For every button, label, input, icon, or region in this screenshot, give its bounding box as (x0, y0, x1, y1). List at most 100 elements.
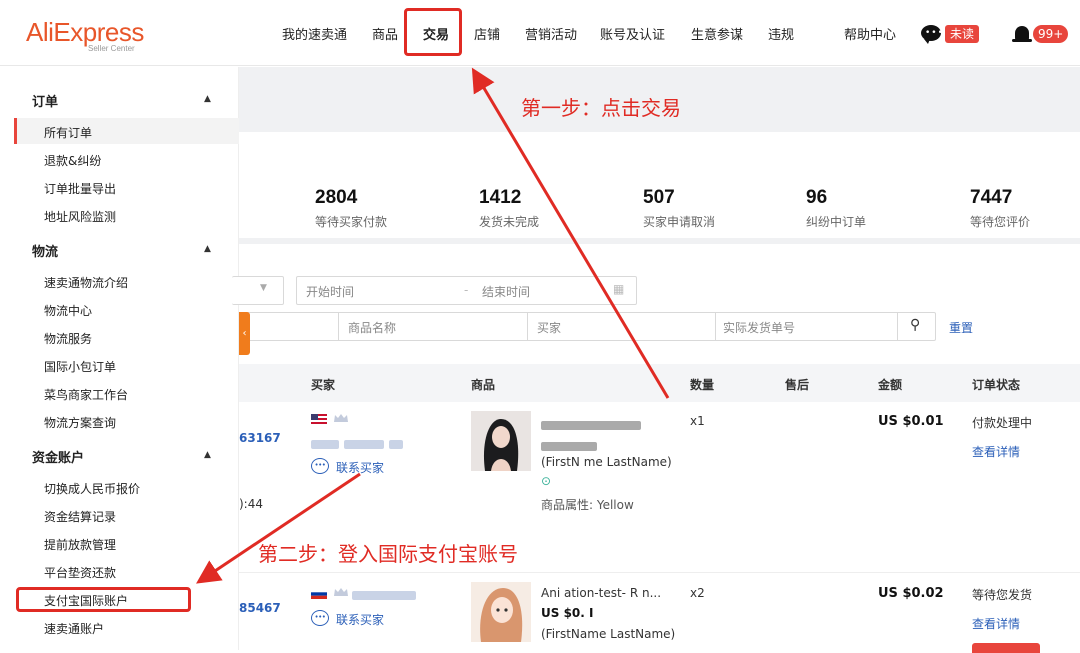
us-flag-icon (311, 414, 327, 424)
sidebar-item-refunds-disputes[interactable]: 退款&纠纷 (44, 152, 101, 169)
sidebar-item-early-release[interactable]: 提前放款管理 (44, 536, 116, 553)
collapse-sidebar-tab[interactable]: ‹ (239, 312, 250, 355)
sidebar-item-cainiao-workbench[interactable]: 菜鸟商家工作台 (44, 386, 128, 403)
order-id-link[interactable]: 85467 (239, 601, 281, 615)
stat-value-disputes[interactable]: 96 (806, 187, 827, 209)
buyer-name-redacted[interactable] (311, 434, 404, 453)
crown-icon (334, 414, 348, 422)
sidebar-section-logistics[interactable]: 物流 (32, 241, 58, 260)
amount: US $0.02 (878, 586, 944, 601)
sidebar-item-logistics-intro[interactable]: 速卖通物流介绍 (44, 274, 128, 291)
stat-value-awaiting-review[interactable]: 7447 (970, 187, 1012, 209)
nav-products[interactable]: 商品 (372, 24, 398, 43)
nav-help-center[interactable]: 帮助中心 (844, 24, 896, 43)
product-thumbnail[interactable] (471, 411, 531, 471)
stat-value-awaiting-payment[interactable]: 2804 (315, 187, 357, 209)
sidebar-section-orders[interactable]: 订单 (32, 91, 58, 110)
crown-icon (334, 588, 348, 596)
quantity: x1 (690, 414, 705, 428)
product-title[interactable]: Ani ation-test- R n... (541, 586, 661, 600)
notification-count-badge[interactable]: 99+ (1033, 25, 1069, 43)
status-select[interactable] (232, 276, 284, 305)
stat-label-unshipped: 发货未完成 (479, 215, 540, 229)
sidebar-item-logistics-plan[interactable]: 物流方案查询 (44, 414, 116, 431)
sidebar-item-intl-packets[interactable]: 国际小包订单 (44, 358, 116, 375)
product-thumbnail[interactable] (471, 582, 531, 642)
calendar-icon[interactable]: ▦ (613, 282, 624, 296)
stat-value-unshipped[interactable]: 1412 (479, 187, 521, 209)
nav-my-aliexpress[interactable]: 我的速卖通 (282, 24, 347, 43)
divider (527, 313, 528, 340)
order-status: 付款处理中 (972, 416, 1033, 430)
divider (897, 313, 898, 340)
ru-flag-icon (311, 589, 327, 599)
nav-marketing[interactable]: 营销活动 (525, 24, 577, 43)
contact-buyer-link[interactable]: 联系买家 (336, 611, 384, 628)
column-header-buyer: 买家 (311, 378, 336, 392)
tracking-number-input[interactable]: 实际发货单号 (723, 319, 795, 336)
row-divider (239, 572, 1080, 573)
buyer-input[interactable]: 买家 (537, 319, 561, 336)
product-title-redacted[interactable] (541, 415, 641, 434)
order-time: ):44 (239, 497, 263, 511)
product-price-redacted (541, 436, 597, 455)
collapse-caret-icon[interactable]: ▲ (204, 450, 211, 460)
message-dots: ••• (925, 28, 944, 38)
column-header-amount: 金额 (878, 378, 903, 392)
sidebar-item-rmb-pricing[interactable]: 切换成人民币报价 (44, 480, 140, 497)
nav-store[interactable]: 店铺 (474, 24, 500, 43)
view-details-link[interactable]: 查看详情 (972, 615, 1020, 632)
logo-text: AliExpress (26, 17, 144, 47)
order-status: 等待您发货 (972, 588, 1033, 602)
sidebar-item-all-orders[interactable]: 所有订单 (44, 124, 92, 141)
stat-label-awaiting-review: 等待您评价 (970, 215, 1031, 229)
sidebar-item-bulk-export[interactable]: 订单批量导出 (44, 180, 116, 197)
top-navbar: AliExpress Seller Center 我的速卖通 商品 交易 店铺 … (0, 0, 1080, 66)
nav-account-verification[interactable]: 账号及认证 (600, 24, 665, 43)
alipay-highlight-box (16, 587, 191, 612)
stat-label-disputes: 纠纷中订单 (806, 215, 867, 229)
aliexpress-logo[interactable]: AliExpress Seller Center (26, 17, 144, 53)
recipient-name: (FirstN me LastName) (541, 455, 672, 469)
sidebar (0, 67, 239, 650)
column-header-quantity: 数量 (690, 378, 715, 392)
sidebar-item-advance-repayment[interactable]: 平台垫资还款 (44, 564, 116, 581)
sidebar-item-aliexpress-account[interactable]: 速卖通账户 (44, 620, 104, 637)
sidebar-item-logistics-service[interactable]: 物流服务 (44, 330, 92, 347)
chevron-down-icon[interactable]: ▼ (260, 283, 267, 293)
collapse-caret-icon[interactable]: ▲ (204, 244, 211, 254)
chat-bubble-icon[interactable]: ••• (311, 458, 329, 474)
sidebar-item-logistics-center[interactable]: 物流中心 (44, 302, 92, 319)
start-time-input[interactable]: 开始时间 (306, 283, 354, 300)
product-price: US $0. I (541, 606, 594, 620)
table-header (239, 364, 1080, 402)
nav-violations[interactable]: 违规 (768, 24, 794, 43)
buyer-name-redacted[interactable] (352, 585, 416, 604)
end-time-input[interactable]: 结束时间 (482, 283, 530, 300)
order-id-link[interactable]: 63167 (239, 431, 281, 445)
chat-bubble-icon[interactable]: ••• (311, 610, 329, 626)
verified-check-icon: ⊙ (541, 474, 552, 488)
search-icon[interactable]: ⚲ (910, 317, 920, 333)
column-header-after-sales: 售后 (785, 378, 810, 392)
sidebar-section-finance[interactable]: 资金账户 (32, 447, 84, 466)
sidebar-item-settlement-records[interactable]: 资金结算记录 (44, 508, 116, 525)
collapse-caret-icon[interactable]: ▲ (204, 94, 211, 104)
recipient-name: (FirstName LastName) (541, 627, 676, 641)
nav-business-advisor[interactable]: 生意参谋 (691, 24, 743, 43)
annotation-step1: 第一步：点击交易 (521, 96, 681, 120)
product-attribute: 商品属性: Yellow (541, 498, 634, 512)
product-name-input[interactable]: 商品名称 (348, 319, 396, 336)
stat-value-cancel-requests[interactable]: 507 (643, 187, 675, 209)
search-filter-bar (239, 312, 936, 341)
bell-icon[interactable] (1012, 26, 1032, 42)
ship-button[interactable] (972, 643, 1040, 653)
contact-buyer-link[interactable]: 联系买家 (336, 459, 384, 476)
sidebar-item-address-risk[interactable]: 地址风险监测 (44, 208, 116, 225)
column-header-product: 商品 (471, 378, 496, 392)
stat-label-cancel-requests: 买家申请取消 (643, 215, 716, 229)
unread-badge[interactable]: 未读 (945, 25, 980, 43)
date-range-separator: - (464, 283, 469, 297)
view-details-link[interactable]: 查看详情 (972, 443, 1020, 460)
reset-link[interactable]: 重置 (949, 319, 973, 336)
